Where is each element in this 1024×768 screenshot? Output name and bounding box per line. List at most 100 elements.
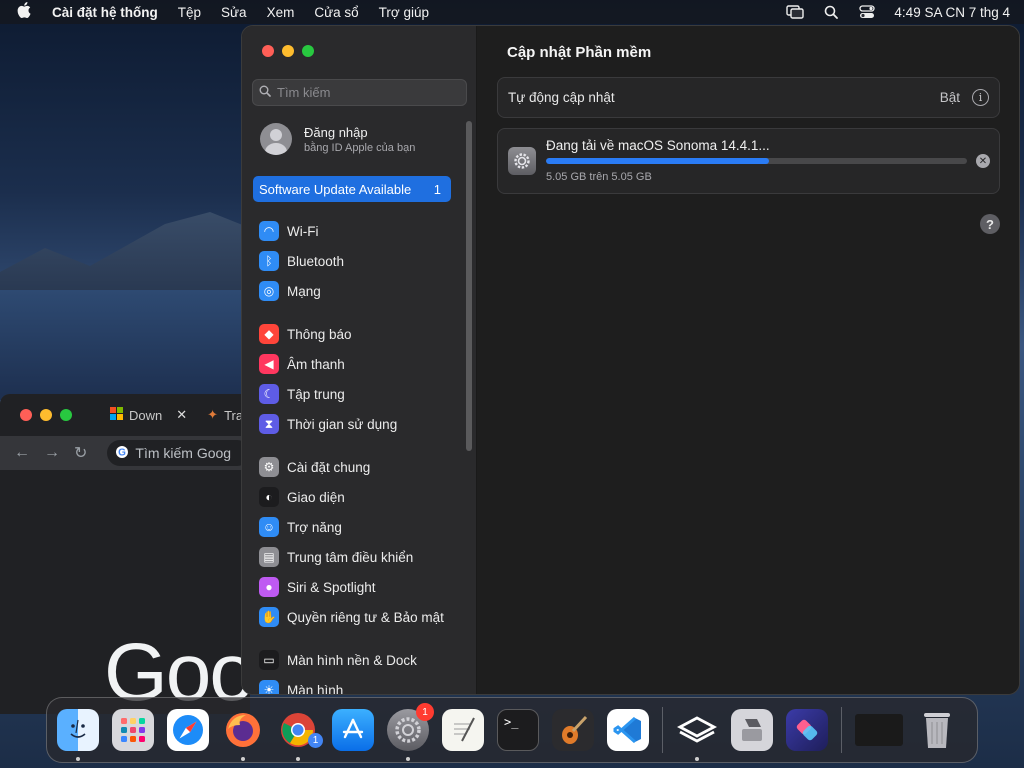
running-indicator xyxy=(695,757,699,761)
cancel-download-button[interactable]: ✕ xyxy=(976,154,990,168)
sidebar-item-label: Màn hình xyxy=(287,682,344,695)
apple-menu-icon[interactable] xyxy=(14,2,34,22)
chrome-toolbar: ← → ↻ G Tìm kiếm Goog xyxy=(0,436,250,470)
sidebar-item[interactable]: ◠ Wi-Fi xyxy=(259,216,459,246)
launchpad-icon[interactable] xyxy=(112,709,154,751)
sidebar-item[interactable]: ☀ Màn hình xyxy=(259,675,459,695)
screen-mirroring-icon[interactable] xyxy=(786,5,805,19)
bluetooth-icon: ᛒ xyxy=(259,251,279,271)
info-icon[interactable]: i xyxy=(972,89,989,106)
garageband-icon[interactable] xyxy=(552,709,594,751)
tab-close-icon[interactable]: ✕ xyxy=(176,407,187,423)
dock: 1 1 >_ xyxy=(46,697,978,763)
menu-window[interactable]: Cửa sổ xyxy=(314,5,358,20)
menu-file[interactable]: Tệp xyxy=(178,5,201,20)
menu-clock[interactable]: 4:49 SA CN 7 thg 4 xyxy=(894,5,1010,20)
hand-icon: ✋ xyxy=(259,607,279,627)
chrome-icon[interactable]: 1 xyxy=(277,709,323,761)
chrome-tab-strip: Down ✕ ✦ Tra xyxy=(0,394,250,436)
dock-separator xyxy=(841,707,842,753)
back-arrow-icon[interactable]: ← xyxy=(14,444,30,462)
textedit-icon[interactable] xyxy=(442,709,484,751)
chrome-zoom-button[interactable] xyxy=(60,409,72,421)
account-subtitle: bằng ID Apple của bạn xyxy=(304,141,416,154)
system-settings-icon[interactable]: 1 xyxy=(387,703,434,761)
sidebar-item[interactable]: ● Siri & Spotlight xyxy=(259,572,459,602)
trash-icon[interactable] xyxy=(916,709,958,751)
download-card: Đang tải về macOS Sonoma 14.4.1... 5.05 … xyxy=(497,128,1000,194)
sidebar-item-label: Âm thanh xyxy=(287,356,345,372)
firefox-icon[interactable] xyxy=(222,709,264,761)
sidebar-item[interactable]: ◎ Mạng xyxy=(259,276,459,306)
sidebar-item[interactable]: ◐ Giao diện xyxy=(259,482,459,512)
zoom-button[interactable] xyxy=(302,45,314,57)
sidebar-item[interactable]: ⧗ Thời gian sử dụng xyxy=(259,409,459,439)
running-indicator xyxy=(406,757,410,761)
sidebar-item[interactable]: ☺ Trợ năng xyxy=(259,512,459,542)
menu-app-name[interactable]: Cài đặt hệ thống xyxy=(52,5,158,20)
sidebar-item-label: Wi-Fi xyxy=(287,223,319,239)
download-label: Đang tải về macOS Sonoma 14.4.1... xyxy=(546,138,770,153)
vscode-icon[interactable] xyxy=(607,709,649,751)
forward-arrow-icon[interactable]: → xyxy=(44,444,60,462)
sidebar-item[interactable]: ◀ Âm thanh xyxy=(259,349,459,379)
chrome-close-button[interactable] xyxy=(20,409,32,421)
sidebar-item[interactable]: ▤ Trung tâm điều khiển xyxy=(259,542,459,572)
dock-icon: ▭ xyxy=(259,650,279,670)
settings-badge: 1 xyxy=(416,703,434,721)
sidebar-item[interactable]: ✋ Quyền riêng tư & Bảo mật xyxy=(259,602,459,632)
sidebar-item[interactable]: ▭ Màn hình nền & Dock xyxy=(259,645,459,675)
control-center-icon: ▤ xyxy=(259,547,279,567)
sidebar-item[interactable]: ☾ Tập trung xyxy=(259,379,459,409)
downloads-stack-icon[interactable] xyxy=(855,714,903,746)
svg-text:G: G xyxy=(119,447,127,458)
running-indicator xyxy=(76,757,80,761)
menu-help[interactable]: Trợ giúp xyxy=(379,5,429,20)
sidebar-item-label: Siri & Spotlight xyxy=(287,579,376,595)
menu-view[interactable]: Xem xyxy=(267,5,295,20)
minimize-button[interactable] xyxy=(282,45,294,57)
terminal-icon[interactable]: >_ xyxy=(497,709,539,751)
sidebar-list: ◠ Wi-Fi ᛒ Bluetooth ◎ Mạng ◆ Thông báo ◀ Âm thanh… xyxy=(259,216,459,695)
sidebar-item[interactable]: ◆ Thông báo xyxy=(259,319,459,349)
sidebar-item-software-update[interactable]: Software Update Available 1 xyxy=(253,176,451,202)
software-update-count: 1 xyxy=(433,181,441,197)
safari-icon[interactable] xyxy=(167,709,209,751)
menu-edit[interactable]: Sửa xyxy=(221,5,247,20)
google-g-icon: G xyxy=(115,445,129,462)
terminal-prompt-icon: >_ xyxy=(504,715,519,729)
download-size: 5.05 GB trên 5.05 GB xyxy=(546,171,652,183)
chrome-tab-1[interactable]: Down ✕ xyxy=(110,407,187,423)
sidebar-item-label: Bluetooth xyxy=(287,253,345,269)
apple-id-signin[interactable]: Đăng nhập bằng ID Apple của bạn xyxy=(260,123,415,155)
sidebar-item[interactable]: ⚙ Cài đặt chung xyxy=(259,452,459,482)
help-button[interactable]: ? xyxy=(980,214,1000,234)
auto-update-value: Bật xyxy=(939,90,960,105)
chrome-minimize-button[interactable] xyxy=(40,409,52,421)
sidebar-item[interactable]: ᛒ Bluetooth xyxy=(259,246,459,276)
sidebar: Tìm kiếm Đăng nhập bằng ID Apple của bạn… xyxy=(242,26,477,694)
page-title: Cập nhật Phần mềm xyxy=(507,44,652,61)
search-input[interactable]: Tìm kiếm xyxy=(252,79,467,106)
app-store-icon[interactable] xyxy=(332,709,374,751)
software-update-label: Software Update Available xyxy=(259,181,412,197)
finder-icon[interactable] xyxy=(57,709,99,761)
reload-icon[interactable]: ↻ xyxy=(74,443,87,463)
chrome-badge: 1 xyxy=(308,733,323,748)
wifi-icon: ◠ xyxy=(259,221,279,241)
chrome-tab-2[interactable]: ✦ Tra xyxy=(207,407,243,423)
running-indicator xyxy=(241,757,245,761)
tab-favicon-icon: ✦ xyxy=(207,407,219,422)
shortcuts-icon[interactable] xyxy=(786,709,828,751)
vpn-app-icon[interactable] xyxy=(676,709,718,761)
installer-icon[interactable] xyxy=(731,709,773,751)
spotlight-search-icon[interactable] xyxy=(822,5,840,19)
chrome-omnibox[interactable]: G Tìm kiếm Goog xyxy=(107,440,250,466)
omnibox-placeholder: Tìm kiếm Goog xyxy=(135,445,232,461)
auto-update-row[interactable]: Tự động cập nhật Bật i xyxy=(497,77,1000,118)
control-center-icon[interactable] xyxy=(858,5,876,19)
sidebar-scrollbar[interactable] xyxy=(466,121,472,451)
close-button[interactable] xyxy=(262,45,274,57)
